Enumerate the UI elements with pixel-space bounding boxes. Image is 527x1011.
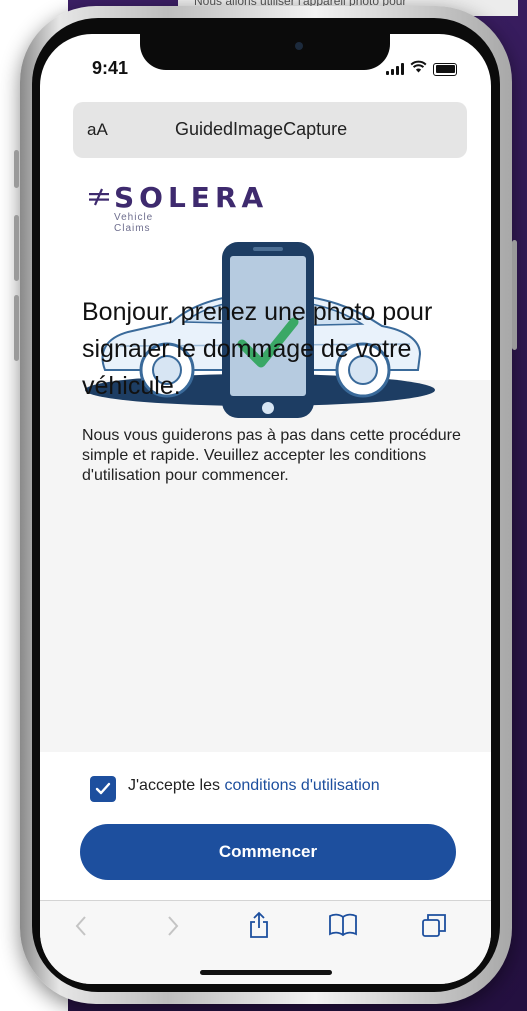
phone-screen: 9:41 aA GuidedImageCapture SOLERA Vehicl…: [40, 34, 491, 984]
terms-label: J'accepte les conditions d'utilisation: [128, 777, 380, 795]
cellular-signal-icon: [386, 63, 404, 75]
home-indicator[interactable]: [200, 970, 332, 975]
back-icon[interactable]: [74, 915, 88, 942]
status-time: 9:41: [92, 58, 129, 78]
bookmarks-icon[interactable]: [328, 913, 358, 942]
share-icon[interactable]: [248, 911, 270, 944]
logo-tagline: Vehicle Claims: [114, 212, 154, 234]
battery-icon: [433, 62, 457, 76]
main-content: Bonjour, prenez une photo pour signaler …: [40, 232, 491, 752]
wifi-icon: [410, 60, 427, 78]
address-bar[interactable]: aA GuidedImageCapture: [73, 102, 467, 158]
intro-description: Nous vous guiderons pas à pas dans cette…: [82, 427, 461, 484]
consent-footer: J'accepte les conditions d'utilisation C…: [40, 752, 491, 900]
checkmark-icon: [95, 782, 111, 795]
power-button: [512, 240, 517, 350]
logo-wordmark: SOLERA: [114, 181, 269, 214]
status-icons: [386, 60, 457, 78]
notch: [140, 34, 390, 70]
solera-logo-mark: [89, 188, 109, 206]
front-camera: [295, 42, 303, 50]
volume-down-button: [14, 295, 19, 361]
start-button[interactable]: Commencer: [80, 824, 456, 880]
page-headline: Bonjour, prenez une photo pour signaler …: [82, 298, 433, 400]
text-size-button[interactable]: aA: [87, 120, 108, 140]
terms-link[interactable]: conditions d'utilisation: [224, 777, 379, 794]
terms-checkbox[interactable]: [90, 776, 116, 802]
page-url-title[interactable]: GuidedImageCapture: [175, 119, 347, 140]
volume-up-button: [14, 215, 19, 281]
terms-label-prefix: J'accepte les: [128, 777, 225, 794]
tabs-icon[interactable]: [420, 912, 448, 943]
mute-switch: [14, 150, 19, 188]
forward-icon[interactable]: [166, 915, 180, 942]
